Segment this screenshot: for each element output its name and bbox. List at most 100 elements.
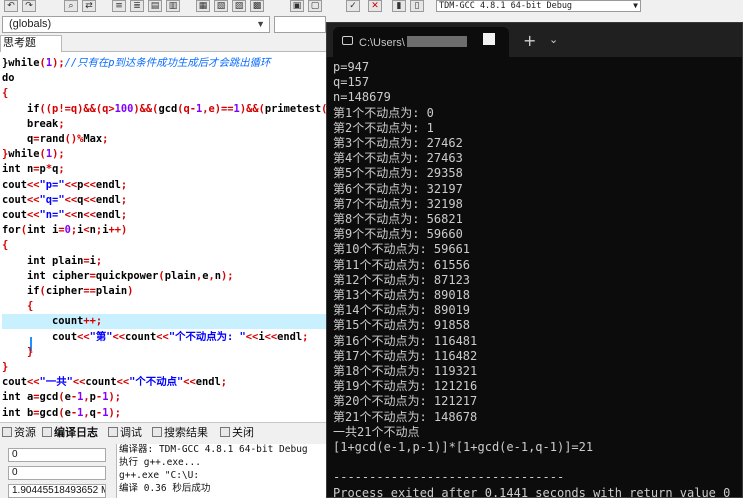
- replace-icon[interactable]: ⇄: [82, 0, 96, 12]
- debug-icon: [108, 427, 118, 437]
- code-token: int cipher: [27, 269, 90, 282]
- code-token: )&&(: [239, 102, 265, 115]
- function-select[interactable]: [274, 16, 326, 33]
- tab-search-results[interactable]: 搜索结果: [152, 425, 208, 441]
- project-icon[interactable]: ▣: [290, 0, 304, 12]
- profile-icon[interactable]: ▯: [410, 0, 424, 12]
- compile-log-line: g++.exe "C:\U:: [119, 470, 200, 481]
- code-token: "个不动点": [129, 376, 184, 389]
- code-line[interactable]: break;: [2, 117, 330, 132]
- code-token: <<: [64, 193, 78, 206]
- code-token: int i: [27, 224, 59, 237]
- code-token: ==: [83, 285, 96, 297]
- run-icon[interactable]: ▧: [214, 0, 228, 12]
- code-line[interactable]: int n=p*q;: [2, 162, 330, 177]
- code-line[interactable]: int cipher=quickpower(plain,e,n);: [2, 269, 330, 284]
- code-token: ()%: [64, 133, 84, 145]
- code-line[interactable]: int b=gcd(e-1,q-1);: [2, 406, 330, 420]
- code-line[interactable]: {: [2, 299, 330, 314]
- terminal-line: 第6个不动点为: 32197: [333, 181, 463, 196]
- goto-icon[interactable]: ▥: [166, 0, 180, 12]
- undo-icon[interactable]: ↶: [4, 0, 18, 12]
- scope-select-value: (globals): [9, 18, 52, 30]
- code-token: ((p!=q)&&(q>: [39, 102, 115, 115]
- bookmark-icon[interactable]: ▤: [148, 0, 162, 12]
- chart-icon[interactable]: ▮: [392, 0, 406, 12]
- code-line[interactable]: cout<<"n="<<n<<endl;: [2, 208, 330, 223]
- find-icon[interactable]: ⌕: [64, 0, 78, 12]
- scope-select[interactable]: (globals) ▼: [2, 16, 270, 33]
- code-line[interactable]: }while(1);//只有在p到达条件成功生成后才会跳出循环: [2, 56, 330, 71]
- indent-icon[interactable]: ≡: [112, 0, 126, 12]
- code-line[interactable]: cout<<"第"<<count<<"个不动点为: "<<i<<endl;: [2, 330, 330, 345]
- chevron-down-icon[interactable]: ⌄: [549, 33, 558, 46]
- terminal-icon: [342, 36, 353, 45]
- code-token: ++): [108, 224, 128, 237]
- new-tab-icon[interactable]: +: [523, 31, 536, 50]
- chevron-down-icon: ▼: [256, 19, 265, 29]
- redo-icon[interactable]: ↷: [22, 0, 36, 12]
- code-token: <<: [77, 330, 90, 343]
- check-icon[interactable]: ✓: [346, 0, 360, 12]
- code-editor[interactable]: }while(1);//只有在p到达条件成功生成后才会跳出循环 do{ if((p…: [0, 52, 330, 420]
- resources-icon: [2, 427, 12, 437]
- terminal-line: 第16个不动点为: 116481: [333, 333, 478, 348]
- code-token: cipher: [45, 285, 84, 297]
- options-icon[interactable]: ▢: [308, 0, 322, 12]
- redacted-path: [406, 36, 467, 47]
- code-line[interactable]: cout<<"p="<<p<<endl;: [2, 178, 330, 193]
- code-line[interactable]: int a=gcd(e-1,p-1);: [2, 390, 330, 405]
- code-line[interactable]: }: [2, 360, 330, 375]
- code-token: );: [108, 391, 121, 404]
- code-token: int b: [2, 406, 34, 419]
- code-token: ;: [220, 376, 228, 389]
- tab-close[interactable]: 关闭: [220, 425, 254, 441]
- code-line[interactable]: cout<<"一共"<<count<<"个不动点"<<endl;: [2, 375, 330, 390]
- code-line[interactable]: for(int i=0;i<n;i++): [2, 223, 330, 238]
- file-tab[interactable]: 思考题2.cpp: [0, 35, 62, 64]
- code-line[interactable]: {: [2, 238, 330, 253]
- compile-log[interactable]: 编译器: TDM-GCC 4.8.1 64-bit Debug 执行 g++.e…: [116, 444, 331, 498]
- unindent-icon[interactable]: ≣: [130, 0, 144, 12]
- code-token: plain: [164, 269, 196, 282]
- code-token: "n=": [39, 209, 65, 221]
- code-line[interactable]: q=rand()%Max;: [2, 132, 330, 147]
- code-token: cout: [2, 209, 28, 221]
- code-token: <<: [183, 376, 196, 389]
- tab-compile-log[interactable]: 编译日志: [42, 425, 98, 441]
- compile-log-line: 编译器: TDM-GCC 4.8.1 64-bit Debug: [119, 444, 308, 455]
- code-token: "p=": [39, 178, 65, 191]
- code-token: ;: [95, 254, 103, 267]
- stop-icon[interactable]: ✕: [368, 0, 382, 12]
- code-line[interactable]: cout<<"q="<<q<<endl;: [2, 193, 330, 208]
- code-line[interactable]: if((p!=q)&&(q>100)&&(gcd(q-1,e)==1)&&(pr…: [2, 102, 330, 117]
- code-line[interactable]: if(cipher==plain): [2, 284, 330, 299]
- code-line[interactable]: do: [2, 71, 330, 86]
- code-token: ;: [102, 133, 109, 145]
- code-line[interactable]: int plain=i;: [2, 254, 330, 269]
- compile-run-icon[interactable]: ▨: [232, 0, 246, 12]
- terminal-tab-title: C:\Users\: [359, 36, 467, 49]
- tab-debug[interactable]: 调试: [108, 425, 142, 441]
- code-line[interactable]: {: [2, 86, 330, 101]
- code-token: "第": [89, 330, 113, 343]
- terminal-tab[interactable]: C:\Users\: [333, 27, 509, 57]
- code-token: gcd: [39, 406, 59, 419]
- code-line[interactable]: }: [2, 345, 330, 360]
- terminal-window[interactable]: C:\Users\ + ⌄ p=947 q=157 n=148679 第1个不动点为:…: [326, 22, 743, 498]
- terminal-titlebar: C:\Users\ + ⌄: [327, 23, 742, 57]
- code-token: break: [27, 117, 59, 130]
- code-token: {: [2, 87, 9, 100]
- close-tab-icon[interactable]: [483, 33, 495, 45]
- code-line[interactable]: count++;: [2, 314, 330, 330]
- code-line[interactable]: }while(1);: [2, 147, 330, 162]
- code-token: ;: [120, 178, 128, 191]
- rebuild-icon[interactable]: ▩: [250, 0, 264, 12]
- tab-resources[interactable]: 资源: [2, 425, 36, 441]
- compile-icon[interactable]: ▦: [196, 0, 210, 12]
- compiler-select[interactable]: TDM-GCC 4.8.1 64-bit Debug ▼: [436, 0, 641, 12]
- code-token: <<: [64, 209, 78, 221]
- code-token: cout: [52, 330, 78, 343]
